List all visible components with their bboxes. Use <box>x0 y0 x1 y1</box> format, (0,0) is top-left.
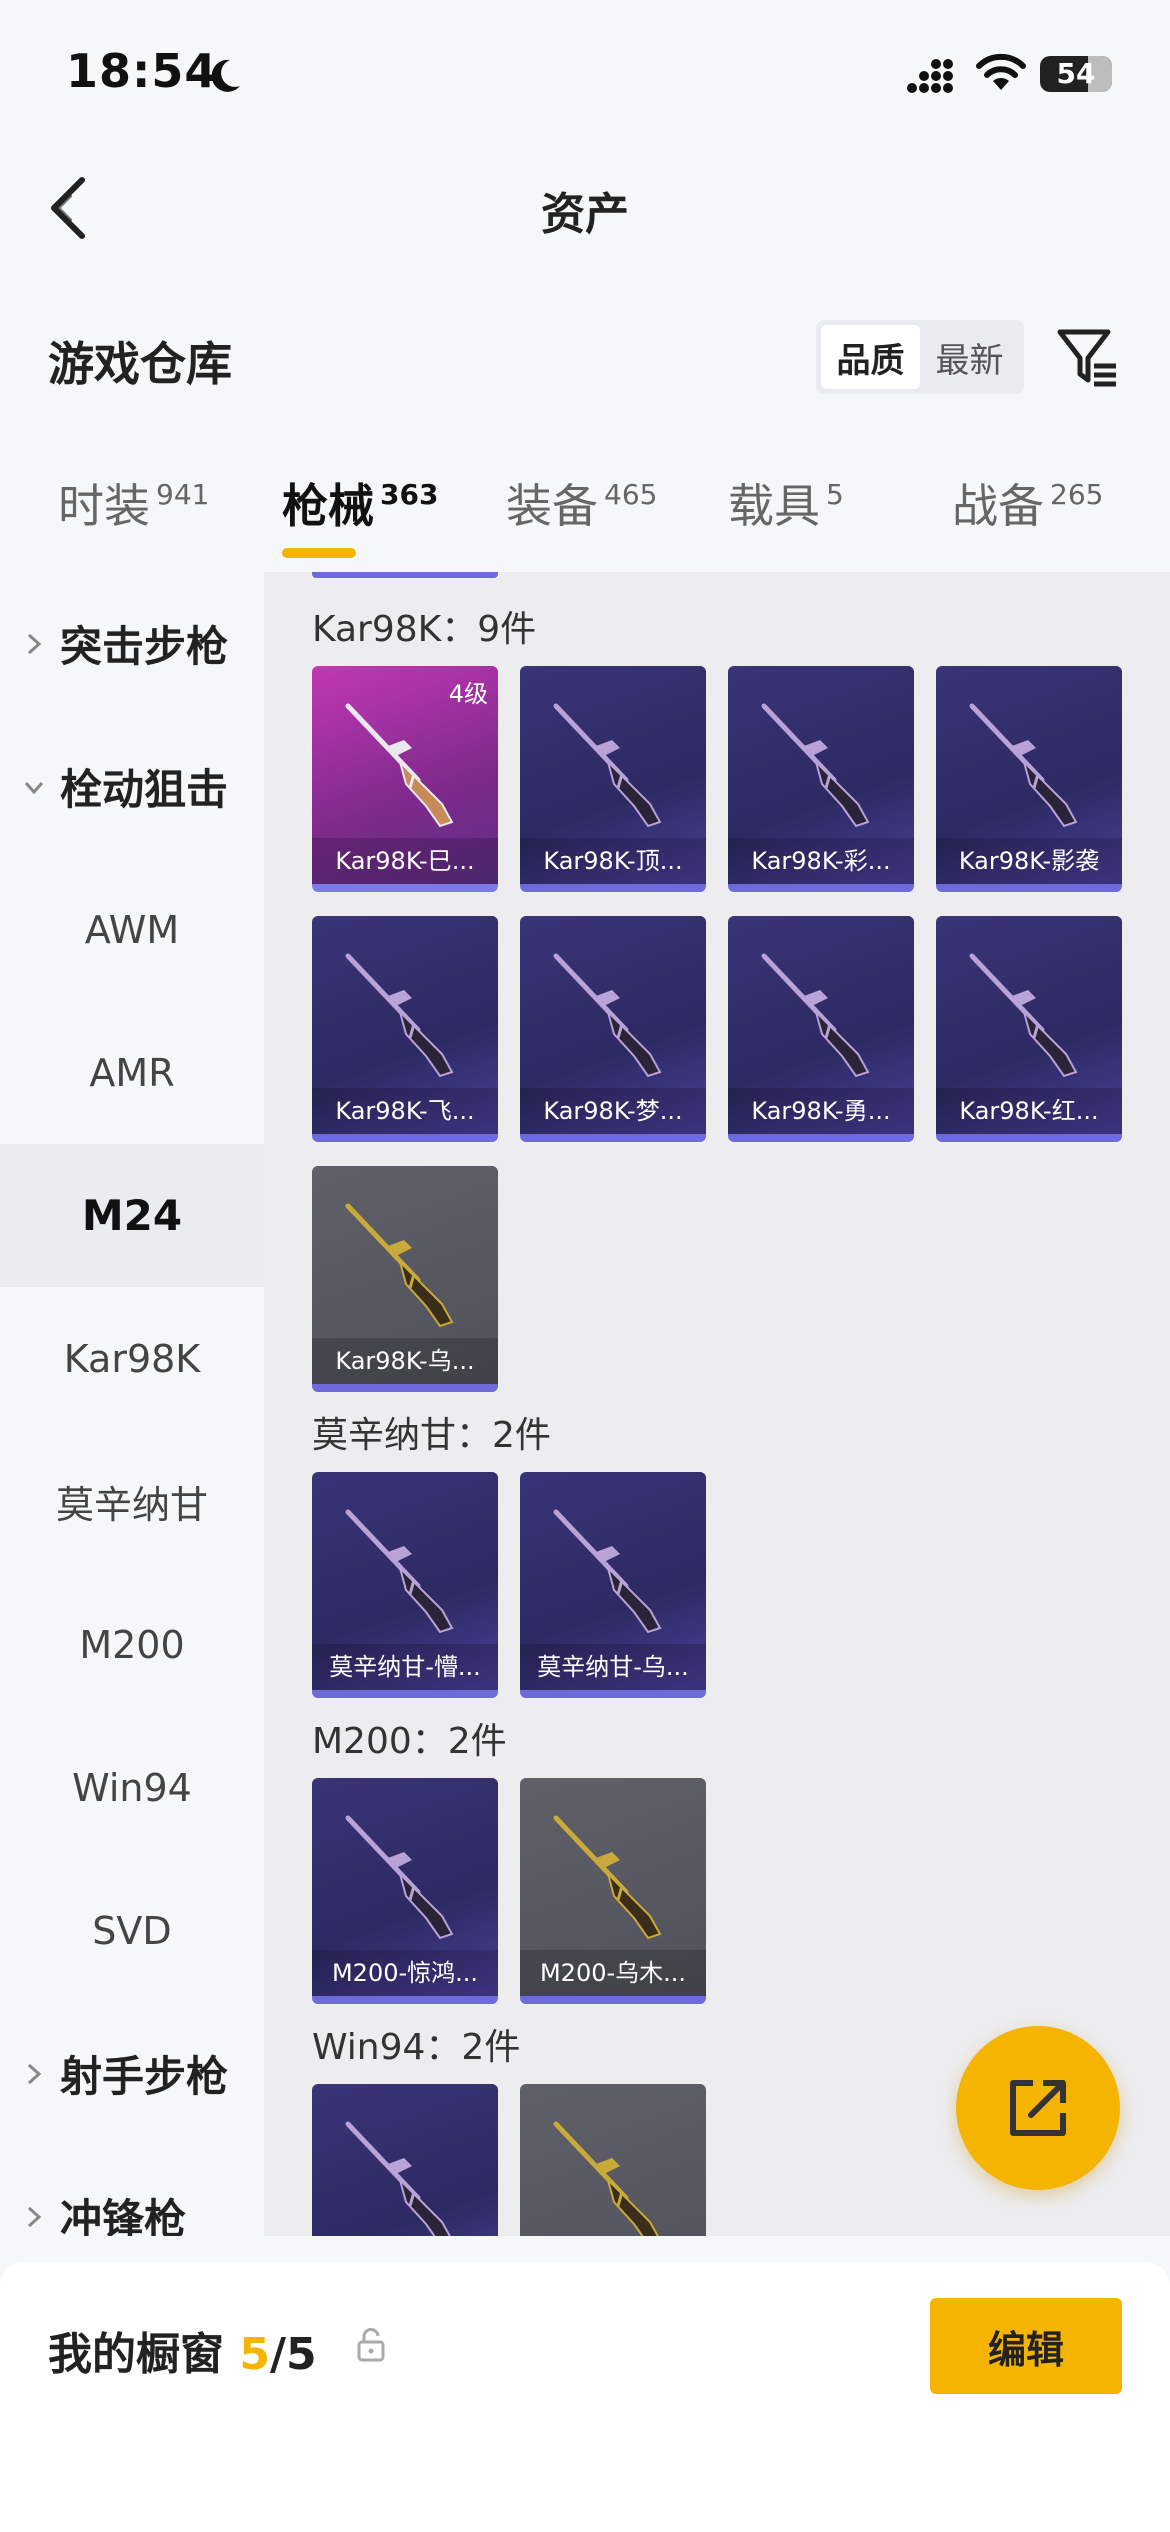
sidebar-item-win94[interactable]: Win94 <box>0 1716 264 1859</box>
rifle-icon <box>345 1203 454 1328</box>
tab-supplies[interactable]: 战备 265 <box>952 470 1103 536</box>
filter-icon[interactable] <box>1054 324 1120 390</box>
weapon-card[interactable]: 莫辛纳甘-懵... <box>312 1472 498 1698</box>
weapon-card-name: Kar98K-彩... <box>728 838 914 884</box>
rifle-icon <box>345 1509 454 1634</box>
weapon-card-name: Kar98K-乌... <box>312 1338 498 1384</box>
sidebar-item-amr[interactable]: AMR <box>0 1001 264 1144</box>
sort-toggle: 品质 最新 <box>816 320 1024 394</box>
weapon-card-name: 莫辛纳甘-懵... <box>312 1644 498 1690</box>
showcase-count: 5 <box>239 2329 270 2380</box>
rifle-icon <box>345 953 454 1078</box>
weapon-card[interactable]: Kar98K-勇... <box>728 916 914 1142</box>
rifle-icon <box>553 2121 659 2236</box>
moon-icon <box>211 59 240 92</box>
tab-firearms[interactable]: 枪械 363 <box>282 470 438 536</box>
page-title: 资产 <box>541 189 629 240</box>
sidebar-item-m200[interactable]: M200 <box>0 1573 264 1716</box>
weapon-card[interactable]: 莫辛纳甘-乌... <box>520 1472 706 1698</box>
weapon-card-name: 莫辛纳甘-乌... <box>520 1644 706 1690</box>
rifle-icon <box>761 703 870 828</box>
showcase-bar: 我的橱窗 5/5 编辑 <box>0 2262 1170 2532</box>
sidebar-group-assault-rifles[interactable]: 突击步枪 <box>0 572 264 715</box>
weapon-card[interactable]: Kar98K-飞... <box>312 916 498 1142</box>
signal-icon <box>907 59 953 93</box>
item-level: 4级 <box>448 680 488 708</box>
share-button[interactable] <box>956 2026 1120 2190</box>
chevron-right-icon <box>27 2063 42 2084</box>
section-title: Kar98K：9件 <box>312 609 537 650</box>
battery-icon: 54 <box>1040 56 1112 92</box>
sidebar-item-kar98k[interactable]: Kar98K <box>0 1287 264 1430</box>
section-title: 莫辛纳甘：2件 <box>312 1415 551 1456</box>
battery-level: 54 <box>1056 57 1096 90</box>
chevron-right-icon <box>27 633 42 654</box>
weapon-card-name: Kar98K-飞... <box>312 1088 498 1134</box>
rifle-icon <box>345 2121 451 2236</box>
rifle-icon <box>345 1815 454 1940</box>
sort-latest[interactable]: 最新 <box>920 325 1019 389</box>
sidebar-item-svd[interactable]: SVD <box>0 1859 264 2002</box>
share-icon <box>1010 2080 1066 2136</box>
weapon-card[interactable]: Kar98K-顶... <box>520 666 706 892</box>
sort-quality[interactable]: 品质 <box>821 325 920 389</box>
weapon-card-name: Kar98K-勇... <box>728 1088 914 1134</box>
tab-vehicles[interactable]: 载具 5 <box>728 470 844 536</box>
weapon-card-name: Kar98K-梦... <box>520 1088 706 1134</box>
rifle-icon <box>969 953 1078 1078</box>
tab-equipment[interactable]: 装备 465 <box>506 470 657 536</box>
category-tabs: 时装 941 枪械 363 装备 465 载具 5 战备 265 <box>0 460 1170 570</box>
status-time: 18:54 <box>66 44 218 98</box>
section-title: Win94：2件 <box>312 2027 521 2068</box>
weapon-card[interactable]: Kar98K-梦... <box>520 916 706 1142</box>
tab-fashion[interactable]: 时装 941 <box>58 470 209 536</box>
tab-active-indicator <box>282 548 356 558</box>
weapon-card[interactable]: M200-乌木... <box>520 1778 706 2004</box>
weapon-card-name: Kar98K-顶... <box>520 838 706 884</box>
rifle-icon <box>761 953 870 1078</box>
weapon-card[interactable]: Kar98K-乌... <box>312 1166 498 1392</box>
weapon-card-name: M200-惊鸿... <box>312 1950 498 1996</box>
wifi-icon <box>976 53 1026 90</box>
weapon-card-name: Kar98K-影袭 <box>936 838 1122 884</box>
rifle-icon <box>553 1815 662 1940</box>
edit-button[interactable]: 编辑 <box>930 2298 1122 2394</box>
weapon-card[interactable]: Kar98K-红... <box>936 916 1122 1142</box>
chevron-down-icon <box>24 781 44 794</box>
rifle-icon <box>553 953 662 1078</box>
previous-card-edge <box>312 572 498 578</box>
sidebar-item-mosin[interactable]: 莫辛纳甘 <box>0 1430 264 1573</box>
weapon-card-name: M200-乌木... <box>520 1950 706 1996</box>
rifle-icon <box>553 1509 662 1634</box>
showcase-total: /5 <box>269 2329 317 2380</box>
sidebar-group-smg[interactable]: 冲锋枪 <box>0 2145 264 2236</box>
chevron-right-icon <box>27 2206 42 2227</box>
weapon-card[interactable]: Kar98K-彩... <box>728 666 914 892</box>
warehouse-title: 游戏仓库 <box>48 337 232 391</box>
rifle-icon <box>553 703 662 828</box>
sidebar-item-awm[interactable]: AWM <box>0 858 264 1001</box>
weapon-card-name: Kar98K-巳... <box>312 838 498 884</box>
sidebar-group-bolt-snipers[interactable]: 栓动狙击 <box>0 715 264 858</box>
weapon-card[interactable] <box>312 2084 498 2236</box>
unlock-icon[interactable] <box>356 2328 386 2362</box>
sidebar-item-m24[interactable]: M24 <box>0 1144 264 1287</box>
weapon-grid: Kar98K：9件 4级 Kar98K-巳... Kar98K-顶... Kar98K-… <box>264 572 1170 2236</box>
weapon-card-name: Kar98K-红... <box>936 1088 1122 1134</box>
section-title: M200：2件 <box>312 1721 507 1762</box>
showcase-label: 我的橱窗 5/5 <box>48 2329 317 2380</box>
sidebar-group-marksman-rifles[interactable]: 射手步枪 <box>0 2002 264 2145</box>
status-bar: 18:54 54 <box>0 0 1170 150</box>
rifle-icon <box>969 703 1078 828</box>
weapon-card[interactable]: Kar98K-影袭 <box>936 666 1122 892</box>
weapon-sidebar: 突击步枪 栓动狙击 AWM AMR M24 Kar98K 莫辛纳甘 M200 W… <box>0 572 264 2236</box>
weapon-card[interactable]: 4级 Kar98K-巳... <box>312 666 498 892</box>
weapon-card[interactable]: M200-惊鸿... <box>312 1778 498 2004</box>
weapon-card[interactable] <box>520 2084 706 2236</box>
rifle-icon <box>345 703 454 828</box>
